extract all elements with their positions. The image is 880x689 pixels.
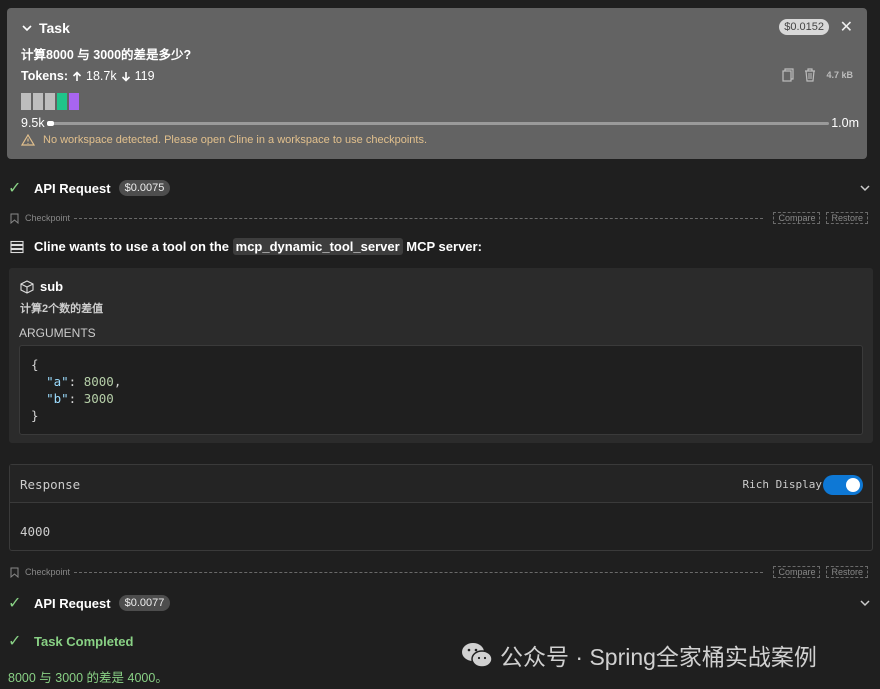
checkpoint-row: Checkpoint Compare Restore: [10, 212, 868, 224]
server-icon: [10, 240, 24, 253]
tokens-down-value: 119: [134, 69, 155, 83]
task-header[interactable]: Task: [21, 20, 70, 36]
task-completed-row: ✓ Task Completed: [8, 631, 133, 651]
wechat-icon: [462, 643, 493, 668]
task-size: 4.7 kB: [826, 70, 853, 80]
compare-button[interactable]: Compare: [773, 212, 821, 224]
copy-icon[interactable]: [782, 68, 795, 82]
task-question: 计算8000 与 3000的差是多少?: [21, 48, 192, 62]
watermark: 公众号 · Spring全家桶实战案例: [460, 638, 817, 672]
args-close-brace: }: [31, 408, 39, 423]
check-icon: ✓: [8, 633, 22, 650]
bookmark-icon: [10, 213, 19, 224]
task-completed-label: Task Completed: [34, 633, 134, 649]
api-request-cost: $0.0077: [118, 595, 171, 611]
tool-box: sub 计算2个数的差值 ARGUMENTS { "a": 8000, "b":…: [9, 268, 873, 443]
tokens-row: Tokens: 18.7k 119: [21, 69, 155, 83]
chevron-down-icon[interactable]: [21, 22, 33, 34]
response-header[interactable]: Response Rich Display: [10, 465, 872, 503]
tokens-up-value: 18.7k: [86, 69, 117, 83]
context-fill: [47, 121, 55, 126]
tool-request-suffix: MCP server:: [406, 239, 482, 254]
tool-request-prefix: Cline wants to use a tool on the: [34, 239, 230, 254]
checkpoint-row: Checkpoint Compare Restore: [10, 566, 868, 578]
task-cost-badge: $0.0152: [779, 19, 829, 35]
tool-name: sub: [40, 279, 64, 294]
response-title: Response: [20, 477, 81, 492]
warning-text: No workspace detected. Please open Cline…: [43, 134, 427, 146]
bookmark-icon: [10, 567, 19, 578]
workspace-warning: No workspace detected. Please open Cline…: [21, 134, 427, 146]
tool-name-row: sub: [20, 279, 63, 294]
compare-button[interactable]: Compare: [773, 566, 821, 578]
checkpoint-divider: [74, 571, 764, 573]
restore-button[interactable]: Restore: [826, 212, 868, 224]
task-tools: 4.7 kB: [782, 68, 853, 82]
trash-icon[interactable]: [804, 68, 816, 82]
warning-icon: [21, 134, 35, 146]
context-track: [47, 121, 829, 126]
package-icon: [20, 279, 34, 294]
api-request-label: API Request: [34, 595, 111, 611]
rich-display-label: Rich Display: [742, 478, 822, 491]
chevron-down-icon[interactable]: [858, 181, 872, 195]
context-blocks: [21, 93, 79, 110]
arguments-code: { "a": 8000, "b": 3000 }: [19, 345, 863, 435]
mcp-server-name: mcp_dynamic_tool_server: [232, 238, 403, 255]
toggle-knob: [846, 478, 860, 492]
arg-b-value: 3000: [83, 391, 114, 406]
checkpoint-label: Checkpoint: [25, 567, 71, 577]
tool-description: 计算2个数的差值: [20, 303, 104, 315]
context-block: [33, 93, 43, 110]
context-block: [45, 93, 55, 110]
task-header-label: Task: [39, 20, 70, 36]
context-max-label: 1.0m: [831, 116, 859, 130]
checkpoint-divider: [74, 217, 764, 219]
context-used-label: 9.5k: [21, 116, 45, 130]
rich-display-toggle[interactable]: [823, 475, 863, 495]
arg-b-key: "b": [46, 391, 69, 406]
check-icon: ✓: [8, 595, 22, 612]
response-value: 4000: [20, 524, 51, 539]
api-request-row[interactable]: ✓ API Request $0.0075: [8, 178, 171, 198]
watermark-text: 公众号 · Spring全家桶实战案例: [500, 644, 817, 670]
close-icon[interactable]: ✕: [840, 17, 853, 37]
response-box: Response Rich Display 4000: [9, 464, 873, 551]
chevron-down-icon[interactable]: [858, 596, 872, 610]
arrow-down-icon: [121, 71, 130, 82]
restore-button[interactable]: Restore: [826, 566, 868, 578]
checkpoint-label: Checkpoint: [25, 213, 71, 223]
arrow-up-icon: [72, 70, 82, 81]
context-block: [57, 93, 67, 110]
arguments-label: ARGUMENTS: [19, 326, 96, 340]
task-panel: Task $0.0152 ✕ 计算8000 与 3000的差是多少? Token…: [7, 8, 867, 159]
arg-a-key: "a": [46, 374, 69, 389]
context-block: [21, 93, 31, 110]
tool-request-title: Cline wants to use a tool on the mcp_dyn…: [10, 238, 482, 255]
api-request-label: API Request: [34, 180, 111, 196]
context-window-bar: 9.5k 1.0m: [21, 116, 859, 130]
tokens-label: Tokens:: [21, 69, 68, 83]
context-block: [69, 93, 79, 110]
arg-a-value: 8000: [83, 374, 114, 389]
args-open-brace: {: [31, 357, 39, 372]
check-icon: ✓: [8, 180, 22, 197]
api-request-row[interactable]: ✓ API Request $0.0077: [8, 593, 171, 613]
api-request-cost: $0.0075: [118, 180, 171, 196]
completion-result: 8000 与 3000 的差是 4000。: [8, 671, 168, 685]
